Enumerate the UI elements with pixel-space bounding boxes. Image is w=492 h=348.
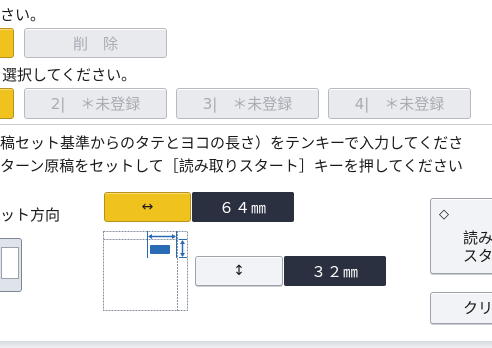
- start-scan-label-2: スタ: [463, 247, 492, 265]
- preview-thumbnail: [0, 238, 22, 292]
- register-slot-1-button[interactable]: [0, 88, 14, 119]
- start-scan-button[interactable]: ◇ 読み スタ: [430, 198, 492, 274]
- instruction-text-top: さい。: [0, 6, 46, 24]
- divider: [0, 124, 492, 125]
- selected-toggle-1[interactable]: [0, 28, 14, 58]
- register-slot-3-button[interactable]: 3| ＊未登録: [176, 88, 319, 119]
- vertical-length-button[interactable]: ↕: [195, 256, 283, 286]
- register-slot-4-button[interactable]: 4| ＊未登録: [328, 88, 471, 119]
- delete-button[interactable]: 削 除: [24, 28, 167, 58]
- vertical-length-value: ３２㎜: [284, 256, 386, 286]
- register-slot-2-button[interactable]: 2| ＊未登録: [24, 88, 167, 119]
- clear-button[interactable]: クリ: [430, 292, 492, 324]
- instruction-line-2: ターン原稿をセットして［読み取りスタート］キーを押してください: [0, 157, 463, 175]
- start-scan-label-1: 読み: [463, 229, 492, 247]
- horizontal-length-value: ６４㎜: [192, 192, 294, 222]
- original-dimension-diagram: [103, 231, 188, 311]
- start-icon: ◇: [439, 207, 449, 222]
- horizontal-arrow-icon: ↔: [141, 199, 154, 215]
- clear-label: クリ: [463, 299, 492, 317]
- vertical-arrow-icon: ↕: [233, 263, 245, 279]
- set-direction-label: ット方向: [0, 206, 61, 224]
- select-instruction-text: 選択してください。: [2, 66, 137, 84]
- horizontal-length-button[interactable]: ↔: [104, 192, 191, 222]
- bottom-bar: [0, 341, 492, 348]
- instruction-line-1: 稿セット基準からのタテとヨコの長さ）をテンキーで入力してくださ: [0, 134, 464, 152]
